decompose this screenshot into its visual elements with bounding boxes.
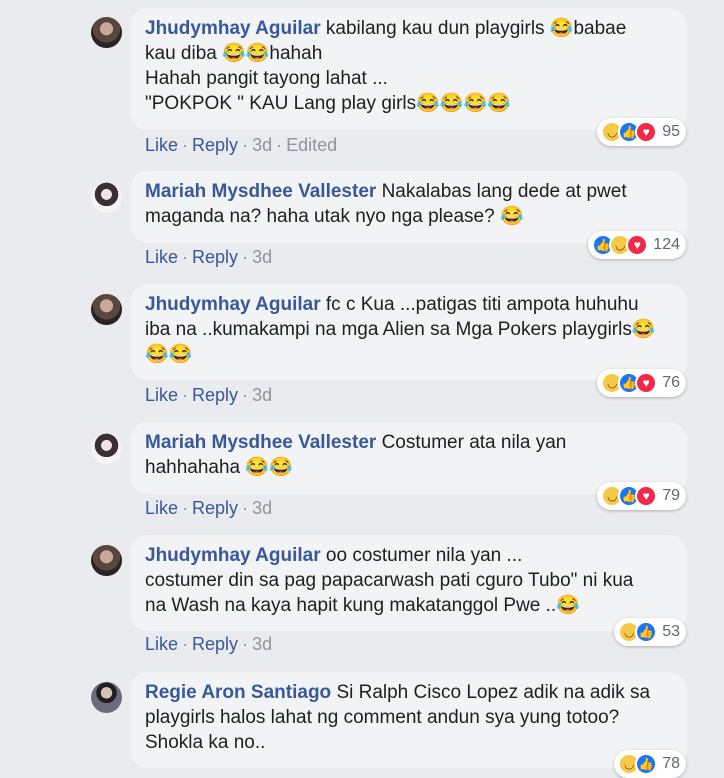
like-reaction-icon: 👍 [635,753,658,775]
love-reaction-icon: ♥ [635,485,658,507]
avatar[interactable] [91,433,122,464]
like-link[interactable]: Like [145,385,178,405]
reaction-count: 79 [662,487,680,504]
reaction-summary[interactable]: ◡ 👍 ♥ 76 [597,369,686,397]
comment-timestamp[interactable]: 3d [252,385,272,405]
comment-author[interactable]: Mariah Mysdhee Vallester [145,181,376,202]
separator-dot: · [242,385,249,405]
reply-link[interactable]: Reply [192,385,238,405]
comment-timestamp[interactable]: 3d [252,634,272,654]
separator-dot: · [182,498,189,518]
comment-actions: Like · Reply · 3d [145,498,272,519]
separator-dot: · [242,247,249,267]
comment-text-line: maganda na? haha utak nyo nga please? 😂 [145,206,524,227]
comment-actions: Like · Reply · 3d [145,247,272,268]
comment-text-line: Hahah pangit tayong lahat ... [145,68,388,89]
edited-label[interactable]: Edited [286,135,337,155]
comment-actions: Like · Reply · 3d [145,385,272,406]
comment-bubble: Jhudymhay Aguilar kabilang kau dun playg… [130,8,687,130]
love-reaction-icon: ♥ [626,234,649,256]
reaction-count: 124 [653,236,680,253]
comment-bubble: Jhudymhay Aguilar fc c Kua ...patigas ti… [130,284,687,380]
like-link[interactable]: Like [145,634,178,654]
comment-author[interactable]: Jhudymhay Aguilar [145,18,321,39]
reaction-summary[interactable]: ◡ 👍 53 [614,618,686,646]
avatar[interactable] [91,182,122,213]
comment-timestamp[interactable]: 3d [252,498,272,518]
reply-link[interactable]: Reply [192,135,238,155]
comment-text-line: Shokla ka no.. [145,732,266,753]
like-link[interactable]: Like [145,498,178,518]
comment-text-line: kau diba 😂😂hahah [145,43,323,64]
separator-dot: · [276,135,283,155]
reaction-count: 78 [662,755,680,772]
separator-dot: · [182,135,189,155]
comment-text-line: oo costumer nila yan ... [325,545,523,566]
comment-bubble: Jhudymhay Aguilar oo costumer nila yan .… [130,535,687,631]
comment-author[interactable]: Jhudymhay Aguilar [145,545,321,566]
reaction-summary[interactable]: ◡ 👍 ♥ 95 [597,118,686,146]
reaction-count: 95 [662,123,680,140]
comment-text-line: Nakalabas lang dede at pwet [381,181,627,202]
like-reaction-icon: 👍 [635,621,658,643]
reply-link[interactable]: Reply [192,634,238,654]
love-reaction-icon: ♥ [635,372,658,394]
comment-text-line: playgirls halos lahat ng comment andun s… [145,707,620,728]
comment-actions: Like · Reply · 3d [145,634,272,655]
comment-text-line: costumer din sa pag papacarwash pati cgu… [145,570,634,591]
separator-dot: · [182,634,189,654]
like-link[interactable]: Like [145,135,178,155]
avatar[interactable] [91,294,122,325]
comment-text-line: fc c Kua ...patigas titi ampota huhuhu [325,294,639,315]
comment-author[interactable]: Mariah Mysdhee Vallester [145,432,376,453]
reply-link[interactable]: Reply [192,247,238,267]
reply-link[interactable]: Reply [192,498,238,518]
comment-bubble: Regie Aron Santiago Si Ralph Cisco Lopez… [130,672,687,768]
separator-dot: · [242,135,249,155]
separator-dot: · [182,247,189,267]
separator-dot: · [242,634,249,654]
separator-dot: · [242,498,249,518]
comment-text-line: iba na ..kumakampi na mga Alien sa Mga P… [145,319,656,340]
avatar[interactable] [91,682,122,713]
comment-author[interactable]: Regie Aron Santiago [145,682,331,703]
comment-text-line: Si Ralph Cisco Lopez adik na adik sa [336,682,651,703]
comment-text-line: 😂😂 [145,344,193,365]
separator-dot: · [182,385,189,405]
reaction-summary[interactable]: ◡ 👍 78 [614,750,686,778]
comment-text-line: hahhahaha 😂😂 [145,457,293,478]
comment-text-line: na Wash na kaya hapit kung makatanggol P… [145,595,580,616]
avatar[interactable] [91,17,122,48]
comment-timestamp[interactable]: 3d [252,247,272,267]
comment-text-line: kabilang kau dun playgirls 😂babae [325,18,627,39]
reaction-summary[interactable]: ◡ 👍 ♥ 79 [597,482,686,510]
comment-author[interactable]: Jhudymhay Aguilar [145,294,321,315]
comment-text-line: Costumer ata nila yan [381,432,567,453]
avatar[interactable] [91,545,122,576]
like-link[interactable]: Like [145,247,178,267]
reaction-summary[interactable]: 👍 ◡ ♥ 124 [588,231,686,259]
comment-timestamp[interactable]: 3d [252,135,272,155]
comment-actions: Like · Reply · 3d · Edited [145,135,337,156]
love-reaction-icon: ♥ [635,121,658,143]
comment-text-line: "POKPOK " KAU Lang play girls😂😂😂😂 [145,93,511,114]
reaction-count: 76 [662,374,680,391]
reaction-count: 53 [662,623,680,640]
